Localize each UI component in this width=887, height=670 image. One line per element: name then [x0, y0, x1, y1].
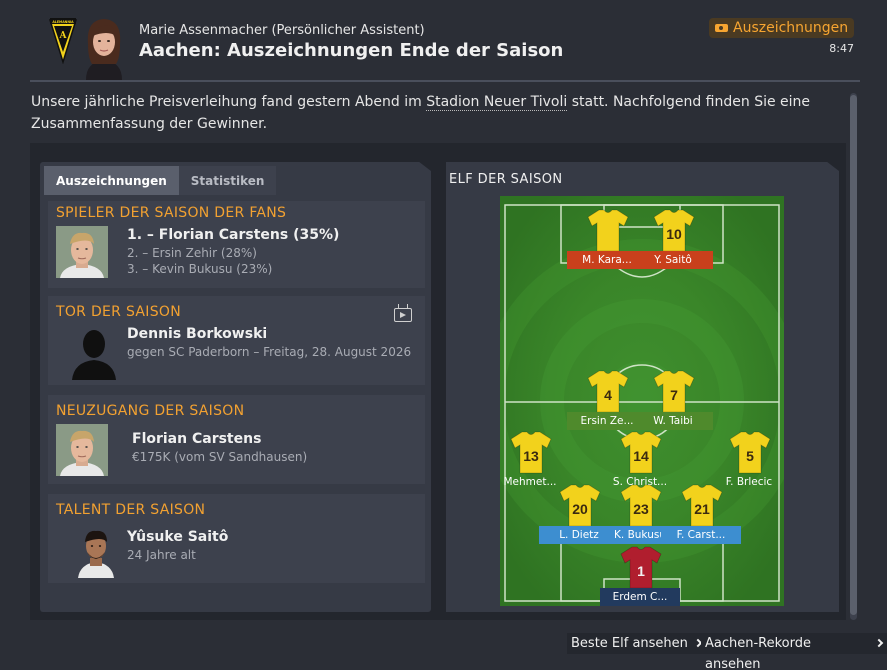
scrollbar-thumb[interactable]: [850, 95, 857, 615]
player-name-label[interactable]: Y. Saitô: [633, 251, 713, 269]
award-title: TOR DER SAISON: [56, 304, 181, 320]
jersey-icon: 4: [587, 370, 629, 413]
jersey-number: 10: [666, 226, 682, 242]
view-club-records-label: Aachen-Rekorde ansehen: [705, 636, 812, 670]
category-tag-label: Auszeichnungen: [733, 20, 849, 36]
jersey-number: 23: [633, 501, 649, 517]
jersey-number: 13: [523, 448, 539, 464]
intro-text-before: Unsere jährliche Preisverleihung fand ge…: [31, 94, 427, 110]
award-goal: TOR DER SAISON Dennis Borkowski gegen SC…: [48, 296, 425, 385]
jersey-icon: [587, 209, 629, 252]
svg-text:ALEMANNIA: ALEMANNIA: [52, 20, 74, 24]
ticket-icon: [715, 24, 728, 32]
jersey-number: 4: [604, 387, 612, 403]
player-name-label[interactable]: F. Carst...: [661, 526, 741, 544]
award-winner[interactable]: Florian Carstens: [132, 431, 261, 447]
player-photo[interactable]: [56, 424, 108, 476]
sender-name: Marie Assenmacher (Persönlicher Assisten…: [139, 23, 425, 38]
club-crest-logo: ALEMANNIA A: [48, 18, 78, 64]
award-detail: gegen SC Paderborn – Freitag, 28. August…: [127, 345, 412, 359]
jersey-number: 5: [746, 448, 754, 464]
lineup-player[interactable]: 10 Y. Saitô: [633, 208, 713, 278]
jersey-icon: 10: [653, 209, 695, 252]
message-header: ALEMANNIA A Marie Assenmacher (Persönlic…: [0, 0, 887, 82]
team-of-season-title: ELF DER SAISON: [449, 172, 563, 187]
jersey-number: 1: [637, 563, 645, 579]
stadium-link[interactable]: Stadion Neuer Tivoli: [426, 94, 568, 111]
jersey-icon: 7: [653, 370, 695, 413]
player-photo[interactable]: [76, 524, 116, 578]
jersey-icon: 1: [620, 546, 662, 589]
assistant-avatar: [86, 19, 122, 80]
award-winner[interactable]: Yûsuke Saitô: [127, 529, 228, 545]
player-name-label[interactable]: Erdem C...: [600, 588, 680, 606]
header-divider: [30, 80, 860, 82]
jersey-icon: 14: [620, 431, 662, 474]
award-detail: 24 Jahre alt: [127, 548, 196, 562]
jersey-icon: 13: [510, 431, 552, 474]
award-third-place[interactable]: 3. – Kevin Bukusu (23%): [127, 262, 272, 276]
jersey-icon: 21: [681, 484, 723, 527]
award-winner[interactable]: 1. – Florian Carstens (35%): [127, 227, 339, 243]
jersey-icon: 23: [620, 484, 662, 527]
player-photo[interactable]: [56, 226, 108, 278]
svg-text:A: A: [59, 31, 68, 41]
award-runner-up[interactable]: 2. – Ersin Zehir (28%): [127, 246, 257, 260]
category-tag[interactable]: Auszeichnungen: [709, 18, 855, 38]
message-subject: Aachen: Auszeichnungen Ende der Saison: [139, 40, 564, 61]
chevron-right-icon: [874, 638, 884, 648]
award-title: SPIELER DER SAISON DER FANS: [56, 205, 287, 221]
jersey-icon: 20: [559, 484, 601, 527]
player-name-label[interactable]: W. Taibi: [633, 412, 713, 430]
tab-auszeichnungen[interactable]: Auszeichnungen: [44, 166, 179, 195]
award-title: NEUZUGANG DER SAISON: [56, 403, 245, 419]
jersey-number: 20: [572, 501, 588, 517]
award-signing: NEUZUGANG DER SAISON Florian Carstens €1…: [48, 395, 425, 484]
scrollbar[interactable]: [850, 93, 857, 620]
lineup-player[interactable]: 21 F. Carst...: [661, 483, 741, 553]
intro-text: Unsere jährliche Preisverleihung fand ge…: [31, 91, 841, 135]
view-club-records-button[interactable]: Aachen-Rekorde ansehen: [701, 633, 887, 670]
message-time: 8:47: [829, 42, 854, 55]
award-title: TALENT DER SAISON: [56, 502, 206, 518]
award-talent: TALENT DER SAISON Yûsuke Saitô 24 Jahre …: [48, 494, 425, 583]
view-best-eleven-button[interactable]: Beste Elf ansehen: [567, 633, 706, 654]
jersey-number: 7: [670, 387, 678, 403]
view-best-eleven-label: Beste Elf ansehen: [571, 636, 688, 651]
lineup-player[interactable]: 1 Erdem C...: [600, 545, 680, 615]
jersey-number: 21: [694, 501, 710, 517]
lineup-player[interactable]: 7 W. Taibi: [633, 369, 713, 439]
award-winner[interactable]: Dennis Borkowski: [127, 326, 267, 342]
award-fans-player: SPIELER DER SAISON DER FANS 1. – Florian…: [48, 201, 425, 288]
tab-statistiken[interactable]: Statistiken: [178, 166, 277, 195]
award-detail: €175K (vom SV Sandhausen): [132, 450, 308, 464]
jersey-number: 14: [633, 448, 649, 464]
tab-bar: Auszeichnungen Statistiken: [44, 166, 277, 195]
player-silhouette: [72, 330, 116, 380]
tv-icon[interactable]: [394, 308, 412, 322]
jersey-icon: 5: [729, 431, 771, 474]
